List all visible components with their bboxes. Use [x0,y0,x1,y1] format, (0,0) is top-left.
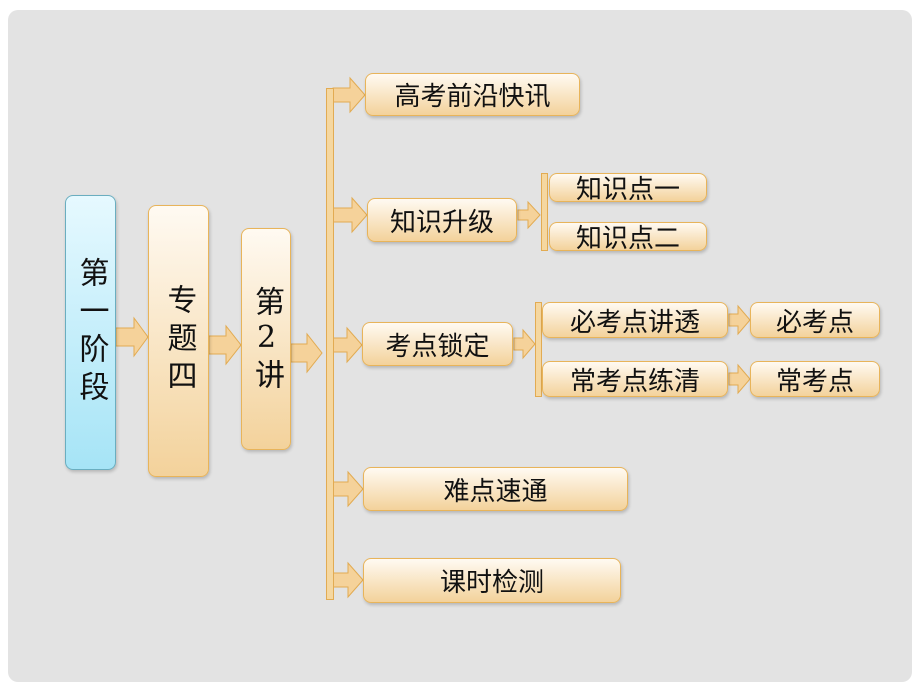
stage-box: 第一阶段 [65,195,116,470]
arrow-right-icon [513,328,536,360]
arrow-right-icon [728,363,751,395]
arrow-right-icon [208,324,242,366]
exam-common-result[interactable]: 常考点 [750,361,880,397]
branch-exam-points[interactable]: 考点锁定 [362,322,513,366]
arrow-right-icon [290,332,323,374]
knowledge-point-1[interactable]: 知识点一 [549,173,707,205]
main-bracket [326,88,334,600]
arrow-right-icon [332,470,364,508]
branch-difficulties[interactable]: 难点速通 [363,467,628,511]
exam-common[interactable]: 常考点练清 [542,361,728,397]
branch-class-test[interactable]: 课时检测 [363,558,621,603]
lecture-box: 第2讲 [241,228,291,450]
knowledge-point-2[interactable]: 知识点二 [549,222,707,254]
arrow-right-icon [332,196,368,234]
knowledge-bracket [541,173,548,251]
arrow-right-icon [332,76,366,114]
arrow-right-icon [728,304,751,336]
arrow-right-icon [332,561,364,599]
exam-bracket [535,302,542,397]
branch-knowledge-upgrade[interactable]: 知识升级 [367,198,517,242]
branch-frontier-news[interactable]: 高考前沿快讯 [365,73,580,116]
arrow-right-icon [115,316,149,358]
exam-required[interactable]: 必考点讲透 [542,302,728,338]
topic-box: 专题四 [148,205,209,477]
exam-required-result[interactable]: 必考点 [750,302,880,338]
arrow-right-icon [332,326,363,364]
arrow-right-icon [517,200,541,230]
